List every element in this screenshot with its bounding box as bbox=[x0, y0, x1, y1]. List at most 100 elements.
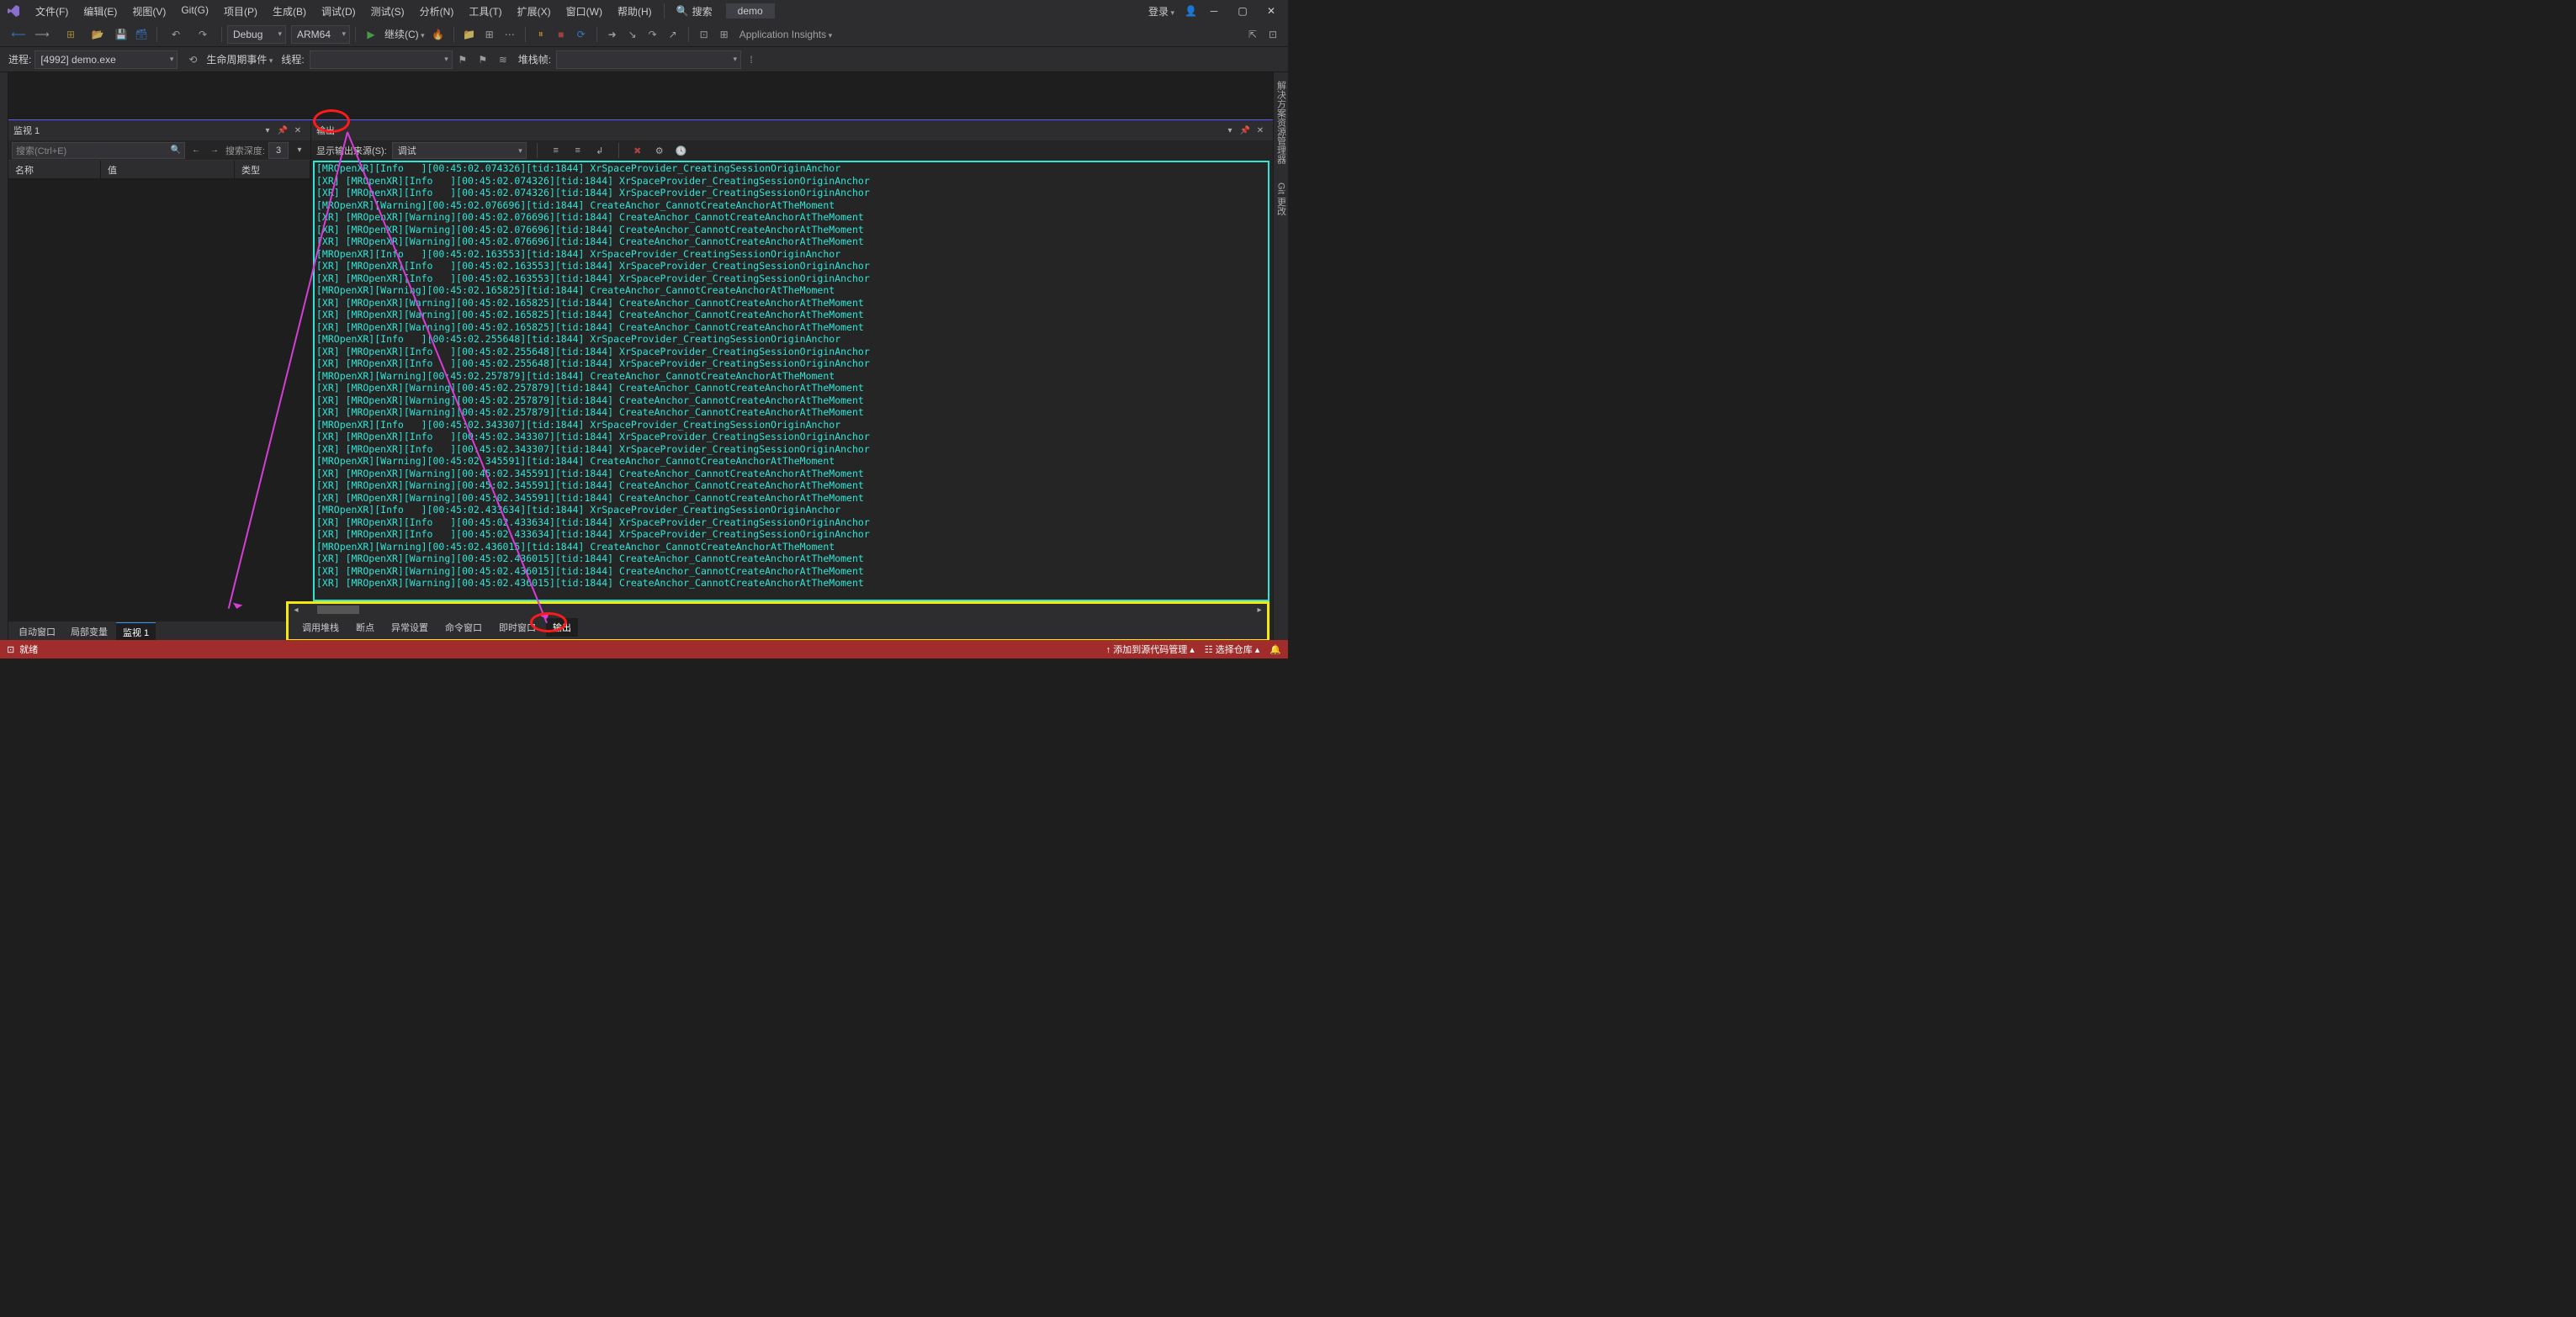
output-wrap-button[interactable]: ↲ bbox=[591, 142, 608, 159]
tab-git-changes[interactable]: Git 更改 bbox=[1274, 179, 1289, 219]
menu-view[interactable]: 视图(V) bbox=[125, 2, 172, 21]
editor-area[interactable] bbox=[8, 72, 1273, 120]
step-out-button[interactable]: ↗ bbox=[663, 25, 683, 44]
tab-exceptions[interactable]: 异常设置 bbox=[384, 618, 435, 637]
process-combo[interactable]: [4992] demo.exe bbox=[34, 50, 178, 69]
step-into-button[interactable]: 📁 bbox=[459, 25, 480, 44]
search-button[interactable]: 🔍 搜索 bbox=[670, 3, 719, 20]
output-clock-button[interactable]: 🕓 bbox=[673, 142, 690, 159]
tab-immediate[interactable]: 即时窗口 bbox=[492, 618, 543, 637]
output-indent-left-button[interactable]: ≡ bbox=[548, 142, 564, 159]
save-button[interactable]: 💾 bbox=[111, 25, 131, 44]
screenshot-button[interactable]: ⊡ bbox=[694, 25, 714, 44]
menu-edit[interactable]: 编辑(E) bbox=[77, 2, 124, 21]
open-button[interactable]: 📂 bbox=[84, 25, 111, 44]
flag2-button[interactable]: ⚑ bbox=[473, 50, 493, 69]
flag-button[interactable]: ⚑ bbox=[453, 50, 473, 69]
output-gear-button[interactable]: ⚙ bbox=[651, 142, 668, 159]
window-layout-button[interactable]: ⊞ bbox=[480, 25, 500, 44]
col-name[interactable]: 名称 bbox=[8, 161, 101, 178]
add-to-source-control-button[interactable]: ↑ 添加到源代码管理 ▴ bbox=[1106, 643, 1195, 656]
watch-pin-button[interactable]: 📌 bbox=[275, 123, 290, 138]
menu-analyze[interactable]: 分析(N) bbox=[413, 2, 461, 21]
menu-debug[interactable]: 调试(D) bbox=[315, 2, 363, 21]
next-statement-button[interactable]: ➜ bbox=[602, 25, 623, 44]
pause-button[interactable]: ⏸ bbox=[531, 25, 551, 44]
output-log[interactable]: [MROpenXR][Info ][00:45:02.074326][tid:1… bbox=[315, 162, 1268, 590]
overflow-button[interactable]: ⁞ bbox=[741, 50, 761, 69]
tab-watch1[interactable]: 监视 1 bbox=[116, 622, 156, 642]
watch-close-button[interactable]: ✕ bbox=[290, 123, 305, 138]
tab-locals[interactable]: 局部变量 bbox=[64, 622, 114, 641]
scroll-right-button[interactable]: ▸ bbox=[1252, 602, 1267, 617]
output-clear-button[interactable]: ✖ bbox=[629, 142, 646, 159]
back-button[interactable]: ⟵ bbox=[5, 25, 32, 44]
watch-body[interactable] bbox=[8, 179, 310, 621]
depth-input[interactable]: 3 bbox=[268, 142, 289, 159]
watch-dropdown-button[interactable]: ▾ bbox=[260, 123, 275, 138]
menu-file[interactable]: 文件(F) bbox=[29, 2, 75, 21]
search-next-button[interactable]: → bbox=[207, 143, 222, 158]
search-label: 搜索 bbox=[692, 4, 713, 19]
output-dropdown-button[interactable]: ▾ bbox=[1222, 123, 1238, 138]
continue-button[interactable]: ▶ bbox=[361, 25, 381, 44]
thread-combo[interactable] bbox=[310, 50, 453, 69]
depth-dropdown-button[interactable]: ▾ bbox=[292, 143, 307, 158]
login-button[interactable]: 登录 bbox=[1143, 3, 1179, 20]
new-item-button[interactable]: ⊞ bbox=[57, 25, 84, 44]
menu-window[interactable]: 窗口(W) bbox=[559, 2, 609, 21]
output-close-button[interactable]: ✕ bbox=[1253, 123, 1268, 138]
output-pin-button[interactable]: 📌 bbox=[1238, 123, 1253, 138]
solution-name[interactable]: demo bbox=[726, 3, 775, 19]
notification-button[interactable]: 🔔 bbox=[1269, 644, 1281, 655]
search-prev-button[interactable]: ← bbox=[188, 143, 204, 158]
config-combo[interactable]: Debug bbox=[227, 25, 286, 44]
live-share-button[interactable]: ⊡ bbox=[1263, 25, 1283, 44]
app-insights-button[interactable]: Application Insights bbox=[734, 29, 837, 40]
tab-command[interactable]: 命令窗口 bbox=[438, 618, 489, 637]
menu-project[interactable]: 项目(P) bbox=[217, 2, 264, 21]
redo-button[interactable]: ↷ bbox=[189, 25, 216, 44]
menu-help[interactable]: 帮助(H) bbox=[611, 2, 659, 21]
lifecycle-icon-button[interactable]: ⟲ bbox=[183, 50, 203, 69]
select-repo-button[interactable]: ☷ 选择仓库 ▴ bbox=[1205, 643, 1260, 656]
menu-build[interactable]: 生成(B) bbox=[266, 2, 313, 21]
hot-reload-button[interactable]: 🔥 bbox=[428, 25, 448, 44]
undo-button[interactable]: ↶ bbox=[162, 25, 189, 44]
threads-button[interactable]: ≋ bbox=[493, 50, 513, 69]
watch-search-input[interactable]: 搜索(Ctrl+E) bbox=[12, 142, 185, 159]
minimize-button[interactable]: ─ bbox=[1202, 3, 1226, 19]
continue-label[interactable]: 继续(C) bbox=[381, 27, 428, 41]
tab-solution-explorer[interactable]: 解决方案资源管理器 bbox=[1274, 77, 1289, 167]
menu-tools[interactable]: 工具(T) bbox=[462, 2, 508, 21]
restart-button[interactable]: ⟳ bbox=[571, 25, 591, 44]
maximize-button[interactable]: ▢ bbox=[1231, 3, 1254, 19]
menu-test[interactable]: 测试(S) bbox=[364, 2, 411, 21]
output-hscrollbar[interactable]: ◂ ▸ bbox=[289, 604, 1267, 616]
output-source-combo[interactable]: 调试 bbox=[392, 142, 527, 159]
forward-button[interactable]: ⟶ bbox=[32, 25, 52, 44]
scroll-thumb[interactable] bbox=[317, 606, 359, 614]
stop-button[interactable]: ■ bbox=[551, 25, 571, 44]
step-over-button[interactable]: ↷ bbox=[643, 25, 663, 44]
col-type[interactable]: 类型 bbox=[235, 161, 310, 178]
menu-git[interactable]: Git(G) bbox=[174, 2, 215, 21]
ruler-button[interactable]: ⊞ bbox=[714, 25, 734, 44]
menu-extensions[interactable]: 扩展(X) bbox=[511, 2, 558, 21]
stack-combo[interactable] bbox=[556, 50, 741, 69]
output-indent-right-button[interactable]: ≡ bbox=[570, 142, 586, 159]
share-button[interactable]: ⇱ bbox=[1243, 25, 1263, 44]
lifecycle-label[interactable]: 生命周期事件 bbox=[203, 52, 276, 66]
col-value[interactable]: 值 bbox=[101, 161, 235, 178]
close-button[interactable]: ✕ bbox=[1259, 3, 1283, 19]
more-button[interactable]: ⋯ bbox=[500, 25, 520, 44]
scroll-left-button[interactable]: ◂ bbox=[289, 602, 304, 617]
avatar-icon[interactable]: 👤 bbox=[1185, 5, 1197, 17]
tab-output[interactable]: 输出 bbox=[546, 618, 578, 637]
step-into2-button[interactable]: ↘ bbox=[623, 25, 643, 44]
save-all-button[interactable]: 🗃 bbox=[131, 25, 151, 44]
platform-combo[interactable]: ARM64 bbox=[291, 25, 350, 44]
tab-breakpoints[interactable]: 断点 bbox=[349, 618, 381, 637]
tab-callstack[interactable]: 调用堆栈 bbox=[295, 618, 346, 637]
tab-autos[interactable]: 自动窗口 bbox=[12, 622, 62, 641]
